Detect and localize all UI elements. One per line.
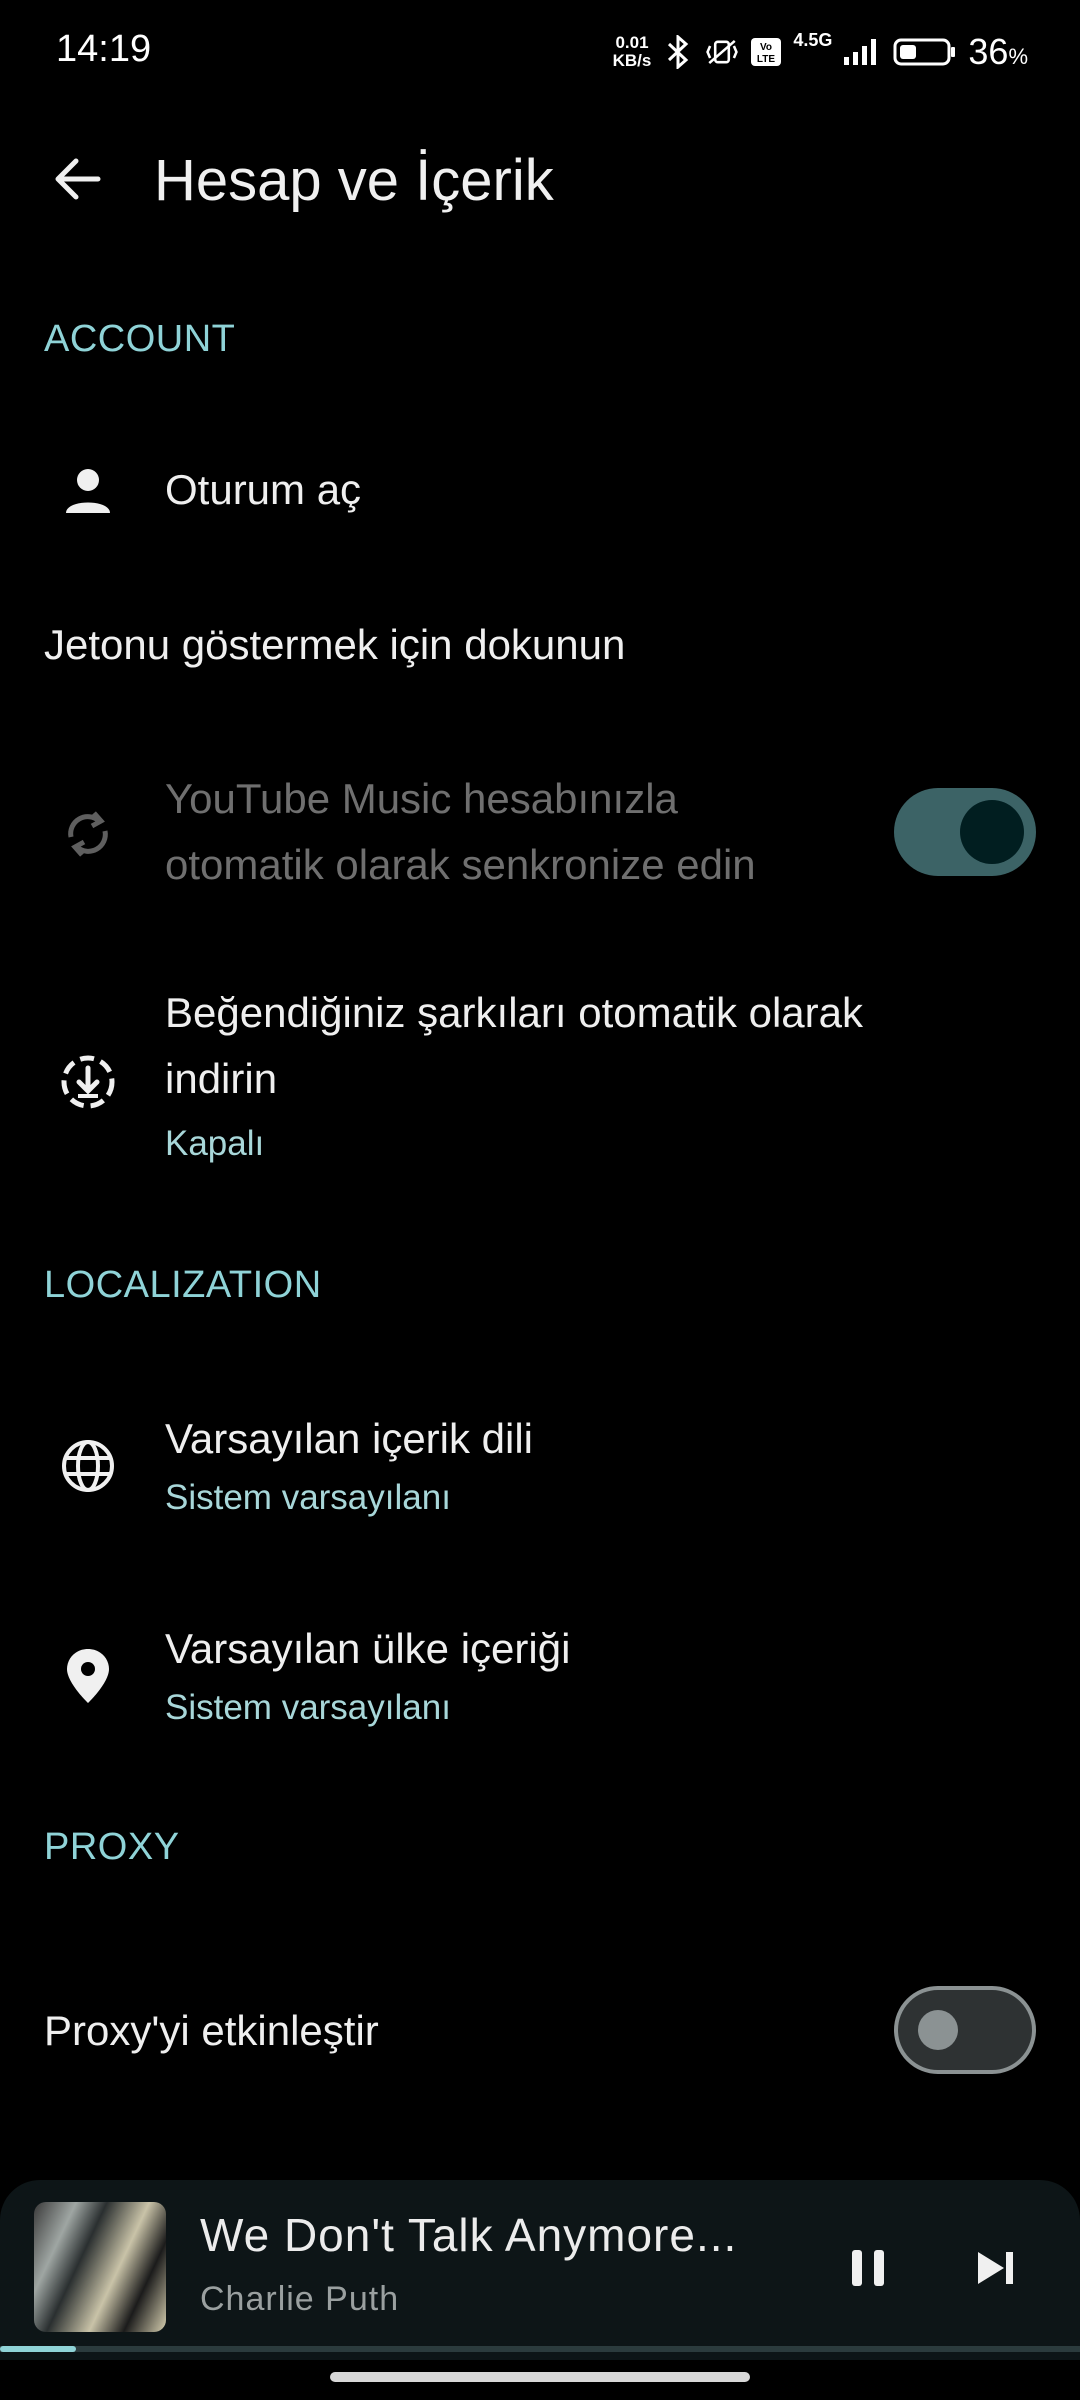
- bluetooth-icon: [661, 35, 695, 69]
- album-art[interactable]: [34, 2202, 166, 2332]
- network-speed-value: 0.01: [615, 33, 649, 52]
- sign-in-title: Oturum aç: [165, 466, 362, 513]
- enable-proxy-toggle[interactable]: [894, 1986, 1036, 2074]
- back-button[interactable]: [44, 148, 110, 214]
- enable-proxy-toggle-knob: [918, 2010, 958, 2050]
- sync-icon: [56, 802, 120, 866]
- skip-next-icon: [974, 2248, 1018, 2293]
- download-circle-icon: [56, 1050, 120, 1114]
- sync-title-line2: otomatik olarak senkronize edin: [165, 841, 756, 888]
- section-header-account: ACCOUNT: [44, 318, 236, 360]
- globe-icon: [56, 1434, 120, 1498]
- vibrate-mute-icon: [705, 35, 739, 69]
- auto-download-title-line1: Beğendiğiniz şarkıları otomatik olarak: [165, 989, 864, 1036]
- network-type: 4.5G: [793, 30, 833, 50]
- auto-download-status: Kapalı: [165, 1124, 265, 1163]
- sync-title-line1: YouTube Music hesabınızla: [165, 775, 678, 822]
- song-title: We Don't Talk Anymore...: [200, 2209, 738, 2261]
- content-language-value: Sistem varsayılanı: [165, 1478, 451, 1517]
- battery-percent-unit: %: [1008, 44, 1028, 69]
- volte-icon: Vo LTE: [749, 35, 783, 69]
- battery-percent-value: 36: [968, 31, 1009, 72]
- sign-in-row[interactable]: Oturum aç: [0, 430, 1080, 550]
- person-icon: [56, 458, 120, 522]
- token-title: Jetonu göstermek için dokunun: [44, 621, 626, 668]
- network-speed-unit: KB/s: [612, 51, 652, 70]
- sync-row[interactable]: YouTube Music hesabınızla otomatik olara…: [0, 750, 1080, 920]
- pause-icon: [848, 2246, 888, 2295]
- section-header-localization: LOCALIZATION: [44, 1264, 322, 1306]
- page-title: Hesap ve İçerik: [154, 148, 554, 213]
- home-indicator[interactable]: [330, 2372, 750, 2382]
- section-header-proxy: PROXY: [44, 1826, 180, 1868]
- sync-toggle-knob: [960, 800, 1024, 864]
- battery-icon: [892, 35, 958, 69]
- song-artist: Charlie Puth: [200, 2280, 400, 2318]
- battery-percent: 36%: [968, 31, 1028, 73]
- auto-download-title-line2: indirin: [165, 1055, 278, 1102]
- svg-text:LTE: LTE: [757, 54, 775, 65]
- location-pin-icon: [56, 1644, 120, 1708]
- svg-text:Vo: Vo: [760, 42, 772, 53]
- content-language-title: Varsayılan içerik dili: [165, 1415, 534, 1462]
- enable-proxy-title: Proxy'yi etkinleştir: [44, 2007, 379, 2054]
- token-row[interactable]: Jetonu göstermek için dokunun: [0, 590, 1080, 700]
- enable-proxy-row[interactable]: Proxy'yi etkinleştir: [0, 1960, 1080, 2100]
- skip-next-button[interactable]: [966, 2240, 1026, 2300]
- network-speed: 0.01 KB/s: [613, 34, 652, 70]
- signal-icon: [842, 35, 882, 69]
- playback-progress-track[interactable]: [0, 2346, 1080, 2352]
- content-country-title: Varsayılan ülke içeriği: [165, 1625, 571, 1672]
- status-icons: 0.01 KB/s Vo LTE 4.5G 36%: [613, 26, 1028, 78]
- back-arrow-icon: [52, 157, 102, 206]
- status-time: 14:19: [56, 28, 152, 70]
- content-country-row[interactable]: Varsayılan ülke içeriği Sistem varsayıla…: [0, 1610, 1080, 1750]
- playback-progress-fill: [0, 2346, 76, 2352]
- content-language-row[interactable]: Varsayılan içerik dili Sistem varsayılan…: [0, 1400, 1080, 1540]
- pause-button[interactable]: [838, 2240, 898, 2300]
- sync-toggle[interactable]: [894, 788, 1036, 876]
- auto-download-row[interactable]: Beğendiğiniz şarkıları otomatik olarak i…: [0, 980, 1080, 1180]
- content-country-value: Sistem varsayılanı: [165, 1688, 451, 1727]
